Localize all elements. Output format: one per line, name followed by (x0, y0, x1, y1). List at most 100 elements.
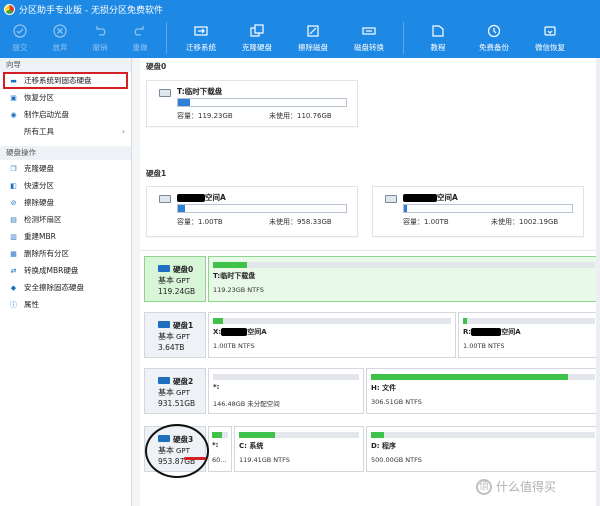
quick-partition-icon: ◧ (10, 181, 17, 190)
partition-card-t[interactable]: T:临时下载盘 容量：119.23GB 未使用：110.76GB (146, 80, 358, 127)
sidebar-item-rebuild-mbr[interactable]: ▥ 重建MBR (0, 228, 131, 245)
partition-capacity: 容量：119.23GB (177, 112, 233, 120)
left-panel: 向导 ▬ 迁移系统到固态硬盘 ▣ 恢复分区 ◉ 制作启动光盘 所有工具 › 硬盘… (0, 58, 132, 506)
disk-label-1[interactable]: 硬盘1 基本 GPT 3.64TB (144, 312, 206, 358)
usage-bar (177, 98, 347, 107)
redacted-label (221, 328, 248, 336)
wizard-section-title: 向导 (0, 58, 131, 72)
watermark: 值 什么值得买 (476, 478, 556, 495)
wipe-icon: ⊘ (10, 198, 17, 207)
sidebar-item-clone-disk[interactable]: ❐ 克隆硬盘 (0, 160, 131, 177)
overview-divider (140, 250, 600, 251)
partition-capacity: 容量：1.00TB (403, 218, 449, 226)
backup-icon (487, 24, 501, 38)
partition-capacity: 容量：1.00TB (177, 218, 223, 226)
sidebar-item-secure-erase-ssd[interactable]: ◆ 安全擦除固态硬盘 (0, 279, 131, 296)
check-icon: ▤ (10, 215, 17, 224)
usage-fill (178, 99, 190, 106)
partition-segment-x[interactable]: X: 空间A 1.00TB NTFS (208, 312, 456, 358)
partition-segment-r[interactable]: R: 空间A 1.00TB NTFS (458, 312, 600, 358)
disk-row-3[interactable]: 硬盘3 基本 GPT 953.87GB *: 60... C: 系统 119.41… (144, 426, 600, 472)
usage-fill (463, 318, 467, 324)
disk1-heading: 硬盘1 (146, 169, 167, 178)
erase-icon: ◆ (10, 283, 17, 292)
tutorial-button[interactable]: 教程 (410, 18, 466, 58)
clone-icon: ❐ (10, 164, 17, 173)
tutorial-icon (431, 24, 445, 38)
disk-icon (158, 265, 170, 272)
usage-fill (213, 318, 223, 324)
usage-bar (463, 318, 595, 324)
disk-row-0[interactable]: 硬盘0 基本 GPT 119.24GB T:临时下载盘 119.23GB NTFS (144, 256, 600, 302)
free-backup-button[interactable]: 免费备份 (466, 18, 522, 58)
sidebar-item-convert-to-mbr[interactable]: ⇄ 转换成MBR硬盘 (0, 262, 131, 279)
undo-button[interactable]: 撤销 (80, 18, 120, 58)
redo-icon (133, 24, 147, 38)
toolbar-separator (166, 22, 167, 54)
check-icon (13, 23, 27, 38)
window-title: 分区助手专业版 - 无损分区免费软件 (19, 5, 163, 16)
sidebar-item-all-tools[interactable]: 所有工具 › (0, 123, 131, 140)
delete-icon: ▦ (10, 249, 17, 258)
disk-icon (158, 377, 170, 384)
disk-label-2[interactable]: 硬盘2 基本 GPT 931.51GB (144, 368, 206, 414)
title-bar: 分区助手专业版 - 无损分区免费软件 (0, 0, 600, 18)
clone-disk-button[interactable]: 克隆硬盘 (229, 18, 285, 58)
redacted-label (471, 328, 502, 336)
usage-bar (213, 374, 359, 380)
partition-name: 空间A (403, 192, 458, 203)
wipe-disk-button[interactable]: 擦除磁盘 (285, 18, 341, 58)
disk-row-1[interactable]: 硬盘1 基本 GPT 3.64TB X: 空间A 1.00TB NTFS R: 空间A… (144, 312, 600, 358)
convert-disk-button[interactable]: 磁盘转换 (341, 18, 397, 58)
convert-icon: ⇄ (10, 266, 17, 275)
hand-drawn-circle-annotation (145, 424, 209, 478)
wechat-recover-button[interactable]: 微信恢复 (522, 18, 578, 58)
app-logo-icon (4, 3, 15, 15)
partition-icon (159, 89, 171, 97)
disk-row-2[interactable]: 硬盘2 基本 GPT 931.51GB *: 146.48GB 未分配空间 H: … (144, 368, 600, 414)
clone-icon (250, 23, 264, 38)
partition-free: 未使用：1002.19GB (491, 218, 559, 226)
wipe-icon (306, 24, 320, 38)
sidebar-item-check-bad-sectors[interactable]: ▤ 检测坏扇区 (0, 211, 131, 228)
usage-bar (371, 432, 595, 438)
submit-button[interactable]: 提交 (0, 18, 40, 58)
partition-segment-d[interactable]: D: 程序 500.00GB NTFS (366, 426, 600, 472)
partition-card-disk1-a[interactable]: 空间A 容量：1.00TB 未使用：958.33GB (146, 186, 358, 237)
ssd-icon: ▬ (10, 76, 17, 85)
partition-free: 未使用：110.76GB (269, 112, 332, 120)
sidebar-item-delete-all-partitions[interactable]: ▦ 删除所有分区 (0, 245, 131, 262)
usage-fill (404, 205, 408, 212)
discard-button[interactable]: 放弃 (40, 18, 80, 58)
restore-icon: ▣ (10, 93, 17, 102)
usage-fill (178, 205, 185, 212)
usage-fill (371, 432, 385, 438)
sidebar-item-quick-partition[interactable]: ◧ 快速分区 (0, 177, 131, 194)
sidebar-item-make-boot-cd[interactable]: ◉ 制作启动光盘 (0, 106, 131, 123)
partition-segment-efi[interactable]: *: 60... (208, 426, 232, 472)
usage-bar (212, 432, 228, 438)
partition-name: T:临时下载盘 (177, 87, 223, 96)
partition-segment-c[interactable]: C: 系统 119.41GB NTFS (234, 426, 364, 472)
toolbar: 提交 放弃 撤销 重做 迁移系统 克隆硬盘 擦除磁盘 磁盘转换 教程 免费备份 … (0, 18, 600, 58)
disk-label-0[interactable]: 硬盘0 基本 GPT 119.24GB (144, 256, 206, 302)
chevron-right-icon: › (122, 127, 125, 136)
toolbar-separator (403, 22, 404, 54)
partition-segment-h[interactable]: H: 文件 306.51GB NTFS (366, 368, 600, 414)
sidebar-item-wipe-disk[interactable]: ⊘ 擦除硬盘 (0, 194, 131, 211)
usage-bar (177, 204, 347, 213)
partition-segment-unallocated[interactable]: *: 146.48GB 未分配空间 (208, 368, 364, 414)
migrate-system-button[interactable]: 迁移系统 (173, 18, 229, 58)
partition-segment-t[interactable]: T:临时下载盘 119.23GB NTFS (208, 256, 600, 302)
rebuild-icon: ▥ (10, 232, 17, 241)
usage-fill (213, 262, 248, 268)
undo-icon (93, 24, 107, 38)
redo-button[interactable]: 重做 (120, 18, 160, 58)
vertical-scrollbar[interactable] (596, 58, 600, 506)
sidebar-item-restore-partition[interactable]: ▣ 恢复分区 (0, 89, 131, 106)
usage-fill (239, 432, 275, 438)
partition-card-disk1-b[interactable]: 空间A 容量：1.00TB 未使用：1002.19GB (372, 186, 584, 237)
sidebar-item-properties[interactable]: ⓘ 属性 (0, 296, 131, 313)
sidebar-item-migrate-os-to-ssd[interactable]: ▬ 迁移系统到固态硬盘 (3, 72, 128, 89)
recover-icon (543, 24, 557, 38)
